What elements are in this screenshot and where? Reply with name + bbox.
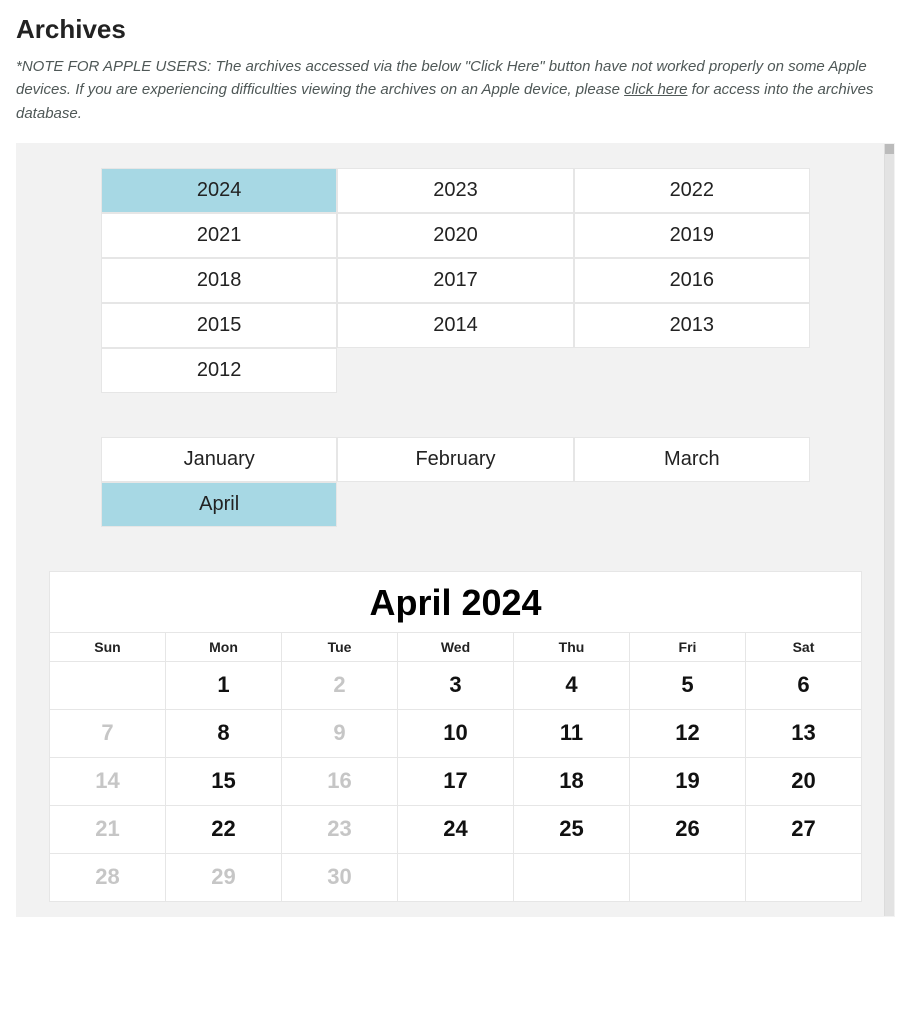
calendar-day[interactable]: 25 — [514, 805, 630, 853]
calendar-day-disabled: 29 — [166, 853, 282, 901]
calendar-day-empty — [398, 853, 514, 901]
calendar-caption: April 2024 — [49, 571, 862, 632]
calendar-day[interactable]: 8 — [166, 709, 282, 757]
year-cell[interactable]: 2023 — [337, 168, 573, 213]
calendar-wrap: April 2024 SunMonTueWedThuFriSat 1234567… — [49, 571, 862, 902]
year-cell[interactable]: 2024 — [101, 168, 337, 213]
month-cell-empty — [337, 482, 573, 527]
calendar-day[interactable]: 19 — [630, 757, 746, 805]
calendar-day[interactable]: 4 — [514, 661, 630, 709]
calendar-day[interactable]: 10 — [398, 709, 514, 757]
calendar: April 2024 SunMonTueWedThuFriSat 1234567… — [49, 571, 862, 902]
apple-note: *NOTE FOR APPLE USERS: The archives acce… — [16, 55, 895, 125]
weekday-header: Sun — [50, 632, 166, 661]
weekday-header: Tue — [282, 632, 398, 661]
calendar-day[interactable]: 1 — [166, 661, 282, 709]
calendar-day[interactable]: 11 — [514, 709, 630, 757]
calendar-day[interactable]: 27 — [746, 805, 862, 853]
year-cell[interactable]: 2014 — [337, 303, 573, 348]
year-cell[interactable]: 2021 — [101, 213, 337, 258]
scrollbar[interactable] — [884, 144, 894, 916]
year-cell[interactable]: 2015 — [101, 303, 337, 348]
weekday-header: Sat — [746, 632, 862, 661]
calendar-day[interactable]: 12 — [630, 709, 746, 757]
calendar-day-disabled: 30 — [282, 853, 398, 901]
year-cell[interactable]: 2013 — [574, 303, 810, 348]
calendar-day-disabled: 21 — [50, 805, 166, 853]
year-cell[interactable]: 2017 — [337, 258, 573, 303]
weekday-row: SunMonTueWedThuFriSat — [50, 632, 862, 661]
calendar-day-disabled: 14 — [50, 757, 166, 805]
calendar-day[interactable]: 20 — [746, 757, 862, 805]
calendar-day[interactable]: 17 — [398, 757, 514, 805]
calendar-day-disabled: 16 — [282, 757, 398, 805]
calendar-day[interactable]: 22 — [166, 805, 282, 853]
year-cell[interactable]: 2018 — [101, 258, 337, 303]
weekday-header: Fri — [630, 632, 746, 661]
calendar-day[interactable]: 6 — [746, 661, 862, 709]
calendar-row: 123456 — [50, 661, 862, 709]
calendar-day[interactable]: 15 — [166, 757, 282, 805]
month-cell[interactable]: March — [574, 437, 810, 482]
month-cell[interactable]: January — [101, 437, 337, 482]
month-cell[interactable]: April — [101, 482, 337, 527]
calendar-day-empty — [746, 853, 862, 901]
page-title: Archives — [16, 14, 895, 45]
year-cell[interactable]: 2020 — [337, 213, 573, 258]
calendar-row: 21222324252627 — [50, 805, 862, 853]
month-cell[interactable]: February — [337, 437, 573, 482]
year-cell[interactable]: 2012 — [101, 348, 337, 393]
calendar-day[interactable]: 26 — [630, 805, 746, 853]
calendar-day-disabled: 2 — [282, 661, 398, 709]
calendar-day-empty — [630, 853, 746, 901]
calendar-day[interactable]: 5 — [630, 661, 746, 709]
calendar-day-empty — [50, 661, 166, 709]
calendar-row: 14151617181920 — [50, 757, 862, 805]
calendar-body: 1234567891011121314151617181920212223242… — [50, 661, 862, 901]
year-cell[interactable]: 2022 — [574, 168, 810, 213]
month-picker: JanuaryFebruaryMarch April — [101, 437, 810, 527]
calendar-day[interactable]: 13 — [746, 709, 862, 757]
year-cell[interactable]: 2019 — [574, 213, 810, 258]
apple-note-link[interactable]: click here — [624, 81, 687, 98]
calendar-day-disabled: 28 — [50, 853, 166, 901]
weekday-header: Thu — [514, 632, 630, 661]
calendar-day-empty — [514, 853, 630, 901]
weekday-header: Mon — [166, 632, 282, 661]
month-cell-empty — [574, 482, 810, 527]
calendar-day-disabled: 7 — [50, 709, 166, 757]
calendar-day-disabled: 23 — [282, 805, 398, 853]
year-cell-empty — [574, 348, 810, 393]
calendar-row: 78910111213 — [50, 709, 862, 757]
calendar-day[interactable]: 18 — [514, 757, 630, 805]
calendar-day-disabled: 9 — [282, 709, 398, 757]
year-picker: 202420232022 202120202019 201820172016 2015… — [101, 168, 810, 393]
calendar-day[interactable]: 24 — [398, 805, 514, 853]
calendar-day[interactable]: 3 — [398, 661, 514, 709]
year-cell-empty — [337, 348, 573, 393]
year-cell[interactable]: 2016 — [574, 258, 810, 303]
archives-panel: 2024202320222021202020192018201720162015… — [16, 143, 895, 917]
calendar-row: 282930 — [50, 853, 862, 901]
weekday-header: Wed — [398, 632, 514, 661]
